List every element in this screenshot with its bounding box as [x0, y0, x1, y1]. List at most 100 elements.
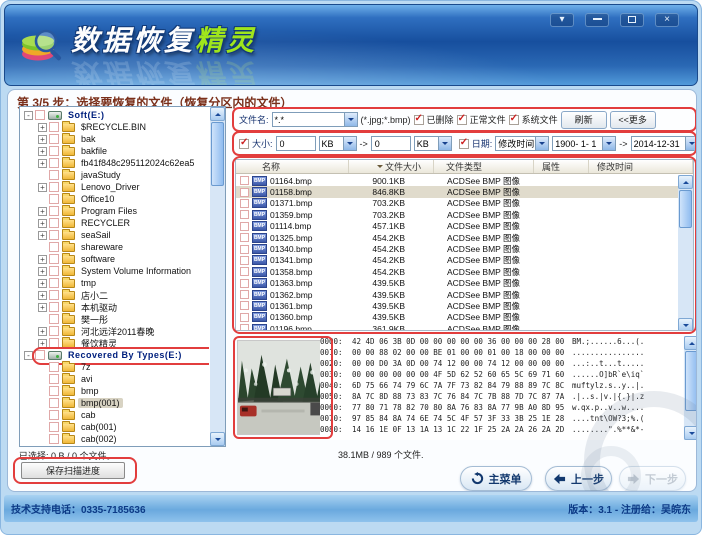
tree-item[interactable]: -Soft(E:): [21, 109, 209, 121]
file-checkbox[interactable]: [240, 313, 249, 322]
file-checkbox[interactable]: [240, 188, 249, 197]
tree-item[interactable]: +$RECYCLE.BIN: [21, 121, 209, 133]
tree-checkbox[interactable]: [49, 278, 59, 288]
file-row[interactable]: BMP01341.bmp454.2KBACDSee BMP 图像: [236, 255, 678, 266]
scroll-thumb[interactable]: [211, 122, 224, 186]
expand-icon[interactable]: +: [38, 183, 47, 192]
size-to-unit-combo[interactable]: KB: [414, 136, 452, 151]
main-menu-button[interactable]: 主菜单: [460, 466, 532, 491]
tree-checkbox[interactable]: [49, 122, 59, 132]
tree-item[interactable]: +software: [21, 253, 209, 265]
tree-scrollbar[interactable]: [210, 107, 225, 446]
date-checkbox[interactable]: [459, 139, 469, 149]
expand-icon[interactable]: +: [38, 339, 47, 348]
tree-item[interactable]: 樊一彤: [21, 313, 209, 325]
collapse-icon[interactable]: -: [24, 351, 33, 360]
tree-item[interactable]: +Lenovo_Driver: [21, 181, 209, 193]
chevron-down-icon[interactable]: [343, 137, 356, 150]
tree-checkbox[interactable]: [49, 314, 59, 324]
file-checkbox[interactable]: [240, 267, 249, 276]
tree-checkbox[interactable]: [49, 434, 59, 444]
tree-item[interactable]: +System Volume Information: [21, 265, 209, 277]
tree-item[interactable]: +bakfile: [21, 145, 209, 157]
file-checkbox[interactable]: [240, 233, 249, 242]
size-checkbox[interactable]: [239, 139, 249, 149]
file-checkbox[interactable]: [240, 199, 249, 208]
tree-item[interactable]: 7z: [21, 361, 209, 373]
deleted-checkbox[interactable]: [414, 115, 424, 125]
tree-checkbox[interactable]: [49, 410, 59, 420]
tree-checkbox[interactable]: [49, 386, 59, 396]
tree-item[interactable]: cab: [21, 409, 209, 421]
file-row[interactable]: BMP01361.bmp439.5KBACDSee BMP 图像: [236, 300, 678, 311]
file-checkbox[interactable]: [240, 324, 249, 330]
hex-scrollbar[interactable]: [684, 336, 697, 440]
tree-checkbox[interactable]: [49, 218, 59, 228]
tree-item[interactable]: +店小二: [21, 289, 209, 301]
scroll-up-button[interactable]: [678, 175, 693, 189]
file-row[interactable]: BMP01371.bmp703.2KBACDSee BMP 图像: [236, 198, 678, 209]
expand-icon[interactable]: +: [38, 303, 47, 312]
tree-item[interactable]: +fb41f848c295112024c62ea5: [21, 157, 209, 169]
collapse-icon[interactable]: -: [24, 111, 33, 120]
date-type-combo[interactable]: 修改时间: [495, 136, 549, 151]
tree-item[interactable]: avi: [21, 373, 209, 385]
tree-item[interactable]: javaStudy: [21, 169, 209, 181]
tree-checkbox[interactable]: [49, 326, 59, 336]
tree-item[interactable]: +RECYCLER: [21, 217, 209, 229]
file-checkbox[interactable]: [240, 279, 249, 288]
file-row[interactable]: BMP01359.bmp703.2KBACDSee BMP 图像: [236, 209, 678, 220]
chevron-down-icon[interactable]: [685, 137, 697, 150]
refresh-button[interactable]: 刷新: [561, 111, 607, 129]
tree-item[interactable]: bmp(001): [21, 397, 209, 409]
chevron-down-icon[interactable]: [344, 113, 357, 126]
expand-icon[interactable]: +: [38, 135, 47, 144]
tree-item[interactable]: bmp: [21, 385, 209, 397]
file-row[interactable]: BMP01363.bmp439.5KBACDSee BMP 图像: [236, 278, 678, 289]
file-checkbox[interactable]: [240, 301, 249, 310]
close-button[interactable]: ×: [655, 13, 679, 27]
chevron-down-icon[interactable]: [438, 137, 451, 150]
file-checkbox[interactable]: [240, 256, 249, 265]
deleted-label[interactable]: 已删除: [427, 113, 454, 126]
file-row[interactable]: BMP01362.bmp439.5KBACDSee BMP 图像: [236, 289, 678, 300]
tree-item[interactable]: shareware: [21, 241, 209, 253]
file-row[interactable]: BMP01158.bmp846.8KBACDSee BMP 图像: [236, 186, 678, 197]
tree-checkbox[interactable]: [49, 182, 59, 192]
tree-item[interactable]: +seaSail: [21, 229, 209, 241]
expand-icon[interactable]: +: [38, 291, 47, 300]
tree-checkbox[interactable]: [49, 398, 59, 408]
column-header-name[interactable]: 名称: [236, 160, 349, 173]
expand-icon[interactable]: +: [38, 255, 47, 264]
tree-checkbox[interactable]: [49, 146, 59, 156]
file-checkbox[interactable]: [240, 210, 249, 219]
scroll-thumb[interactable]: [679, 190, 692, 228]
tree-item[interactable]: Office10: [21, 193, 209, 205]
expand-icon[interactable]: +: [38, 267, 47, 276]
tree-checkbox[interactable]: [49, 194, 59, 204]
tree-checkbox[interactable]: [49, 254, 59, 264]
tree-checkbox[interactable]: [49, 362, 59, 372]
normal-files-checkbox[interactable]: [457, 115, 467, 125]
file-row[interactable]: BMP01114.bmp457.1KBACDSee BMP 图像: [236, 221, 678, 232]
tree-checkbox[interactable]: [49, 338, 59, 348]
tree-checkbox[interactable]: [49, 290, 59, 300]
system-files-checkbox[interactable]: [509, 115, 519, 125]
save-scan-progress-button[interactable]: 保存扫描进度: [21, 462, 125, 479]
column-header-mtime[interactable]: 修改时间: [589, 160, 693, 173]
scroll-up-button[interactable]: [210, 107, 225, 121]
table-scrollbar[interactable]: [678, 175, 693, 331]
scroll-down-button[interactable]: [684, 426, 697, 440]
dropdown-arrow-button[interactable]: ▾: [550, 13, 574, 27]
date-to-combo[interactable]: 2014-12-31: [631, 136, 697, 151]
tree-item[interactable]: cab(002): [21, 433, 209, 445]
expand-icon[interactable]: +: [38, 123, 47, 132]
column-header-attr[interactable]: 属性: [534, 160, 589, 173]
maximize-button[interactable]: [620, 13, 644, 27]
file-row[interactable]: BMP01196.bmp361.9KBACDSee BMP 图像: [236, 323, 678, 330]
normal-files-label[interactable]: 正常文件: [470, 113, 506, 126]
expand-icon[interactable]: +: [38, 207, 47, 216]
tree-checkbox[interactable]: [49, 134, 59, 144]
file-checkbox[interactable]: [240, 245, 249, 254]
file-row[interactable]: BMP01325.bmp454.2KBACDSee BMP 图像: [236, 232, 678, 243]
